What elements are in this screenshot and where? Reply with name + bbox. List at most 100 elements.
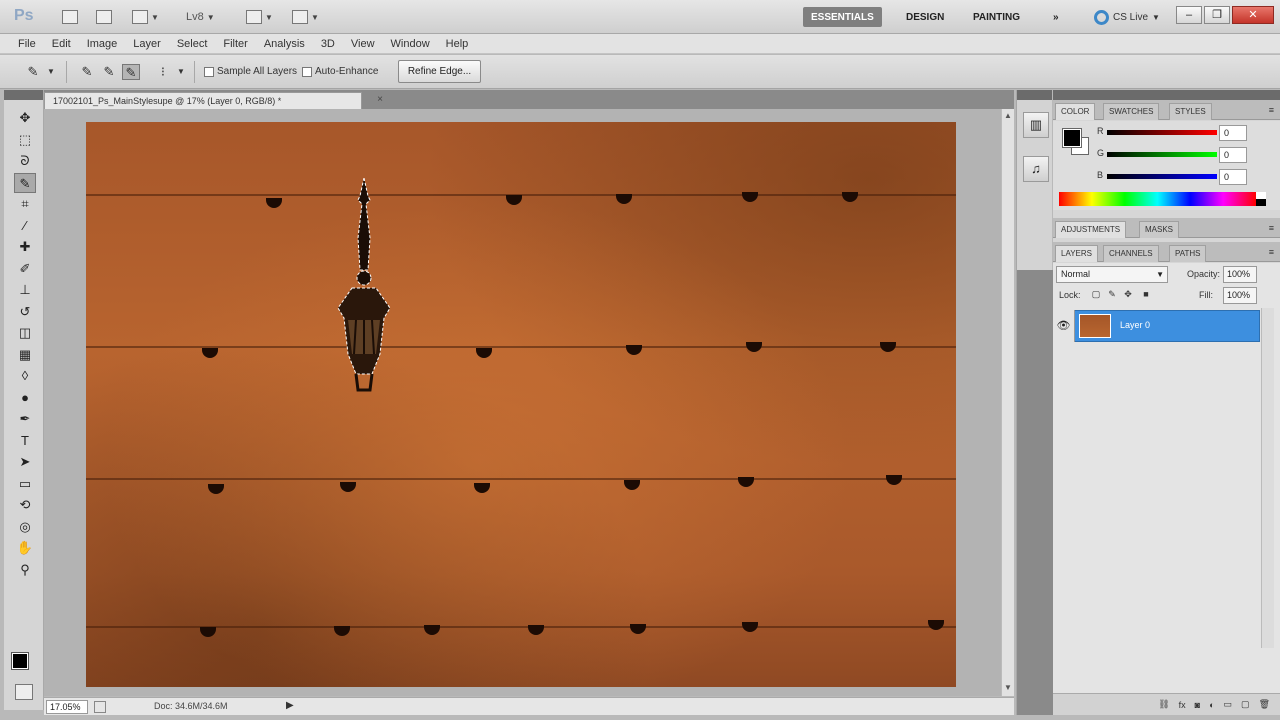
auto-enhance-checkbox[interactable]: Auto-Enhance [302,66,378,77]
blue-track[interactable] [1107,174,1217,179]
workspace-design[interactable]: DESIGN [898,7,952,27]
status-icon[interactable] [94,701,106,713]
menu-select[interactable]: Select [169,38,216,50]
link-layers-icon[interactable]: ⛓ [1158,699,1169,710]
3d-rotate-tool-icon[interactable]: ⟲ [14,495,36,515]
panel-menu-icon[interactable]: ≡ [1269,105,1274,115]
menu-view[interactable]: View [343,38,383,50]
brush-tool-icon[interactable]: ✐ [14,259,36,279]
new-selection-icon[interactable]: ✎ [78,64,96,80]
zoom-level-dropdown[interactable]: Lv8 ▼ [186,7,215,27]
add-to-selection-icon[interactable]: ✎ [100,64,118,80]
dock-header[interactable] [1017,90,1052,100]
layers-scrollbar[interactable] [1261,308,1274,648]
restore-button[interactable]: ❐ [1204,6,1230,24]
lock-position-icon[interactable]: ✥ [1123,289,1133,299]
blend-mode-select[interactable]: Normal ▼ [1056,266,1168,283]
green-value-field[interactable]: 0 [1219,147,1247,163]
foreground-color-swatch[interactable] [11,652,29,670]
tab-styles[interactable]: STYLES [1169,103,1212,120]
new-layer-icon[interactable]: ▢ [1241,699,1250,710]
panels-header[interactable] [1053,90,1280,100]
crop-tool-icon[interactable]: ⌗ [14,194,36,214]
layer-name[interactable]: Layer 0 [1120,320,1150,330]
menu-filter[interactable]: Filter [215,38,255,50]
red-track[interactable] [1107,130,1217,135]
blue-slider[interactable]: B 0 [1097,169,1277,185]
foreground-color-swatch[interactable] [1062,128,1082,148]
history-brush-tool-icon[interactable]: ↺ [14,302,36,322]
lock-all-icon[interactable]: ■ [1141,289,1151,299]
move-tool-icon[interactable]: ✥ [14,108,36,128]
tool-preset-picker[interactable]: ✎ [24,64,42,80]
arrange-documents-button[interactable]: ▼ [246,7,273,27]
pen-tool-icon[interactable]: ✒ [14,409,36,429]
red-value-field[interactable]: 0 [1219,125,1247,141]
quick-selection-tool-icon[interactable]: ✎ [14,172,36,193]
healing-brush-tool-icon[interactable]: ✚ [14,237,36,257]
color-spectrum-ramp[interactable] [1059,192,1256,206]
workspace-essentials[interactable]: ESSENTIALS [803,7,882,27]
minimize-button[interactable]: – [1176,6,1202,24]
path-selection-tool-icon[interactable]: ➤ [14,452,36,472]
document-image-wood-wall[interactable] [86,122,956,687]
menu-image[interactable]: Image [79,38,126,50]
quick-mask-button[interactable] [15,684,33,700]
zoom-field[interactable]: 17.05% [46,700,88,714]
tab-masks[interactable]: MASKS [1139,221,1180,238]
document-tab[interactable]: 17002101_Ps_MainStylesupe @ 17% (Layer 0… [44,92,362,109]
gradient-tool-icon[interactable]: ▦ [14,345,36,365]
screen-mode-button[interactable]: ▼ [292,7,319,27]
blue-value-field[interactable]: 0 [1219,169,1247,185]
launch-bridge-button[interactable] [62,7,78,27]
histogram-icon[interactable]: ▥ [1023,112,1049,138]
type-tool-icon[interactable]: T [14,431,36,451]
menu-layer[interactable]: Layer [125,38,169,50]
black-white-ramp[interactable] [1256,192,1266,206]
close-button[interactable]: ✕ [1232,6,1274,24]
delete-layer-icon[interactable]: 🗑 [1259,699,1270,710]
clone-stamp-tool-icon[interactable]: ⊥ [14,280,36,300]
tab-channels[interactable]: CHANNELS [1103,245,1159,262]
info-icon[interactable]: ♫ [1023,156,1049,182]
menu-3d[interactable]: 3D [313,38,343,50]
lock-image-icon[interactable]: ✎ [1107,289,1117,299]
brush-picker-icon[interactable]: ⁝ [154,64,172,80]
hand-tool-icon[interactable]: ✋ [14,538,36,558]
subtract-from-selection-icon[interactable]: ✎ [122,64,140,80]
tools-panel-header[interactable] [4,90,43,100]
menu-help[interactable]: Help [438,38,477,50]
new-group-icon[interactable]: ▭ [1224,699,1233,710]
adjustment-layer-icon[interactable]: ◐ [1209,700,1214,710]
close-document-icon[interactable]: × [374,93,386,107]
layer-style-icon[interactable]: fx [1179,700,1186,710]
workspace-painting[interactable]: PAINTING [965,7,1028,27]
dodge-tool-icon[interactable]: ● [14,388,36,408]
scroll-up-icon[interactable]: ▲ [1004,111,1012,120]
panel-menu-icon[interactable]: ≡ [1269,247,1274,257]
scroll-down-icon[interactable]: ▼ [1004,683,1012,692]
tab-paths[interactable]: PATHS [1169,245,1207,262]
tab-swatches[interactable]: SWATCHES [1103,103,1160,120]
green-track[interactable] [1107,152,1217,157]
refine-edge-button[interactable]: Refine Edge... [398,60,481,83]
cs-live-button[interactable]: CS Live ▼ [1094,7,1160,27]
menu-file[interactable]: File [10,38,44,50]
menu-window[interactable]: Window [383,38,438,50]
tab-color[interactable]: COLOR [1055,103,1096,120]
menu-analysis[interactable]: Analysis [256,38,313,50]
add-mask-icon[interactable]: ◙ [1195,700,1200,710]
fill-field[interactable]: 100% [1223,287,1257,304]
3d-orbit-tool-icon[interactable]: ◎ [14,517,36,537]
sample-all-layers-checkbox[interactable]: Sample All Layers [204,66,297,77]
menu-edit[interactable]: Edit [44,38,79,50]
blur-tool-icon[interactable]: ◊ [14,366,36,386]
canvas-area[interactable] [44,109,1001,696]
shape-tool-icon[interactable]: ▭ [14,474,36,494]
panel-menu-icon[interactable]: ≡ [1269,223,1274,233]
marquee-tool-icon[interactable]: ⬚ [14,130,36,150]
green-slider[interactable]: G 0 [1097,147,1277,163]
lock-transparent-icon[interactable]: ▢ [1091,289,1101,299]
layer-row[interactable]: 👁 Layer 0 [1053,310,1260,342]
canvas-vertical-scrollbar[interactable]: ▲ ▼ [1001,109,1014,696]
